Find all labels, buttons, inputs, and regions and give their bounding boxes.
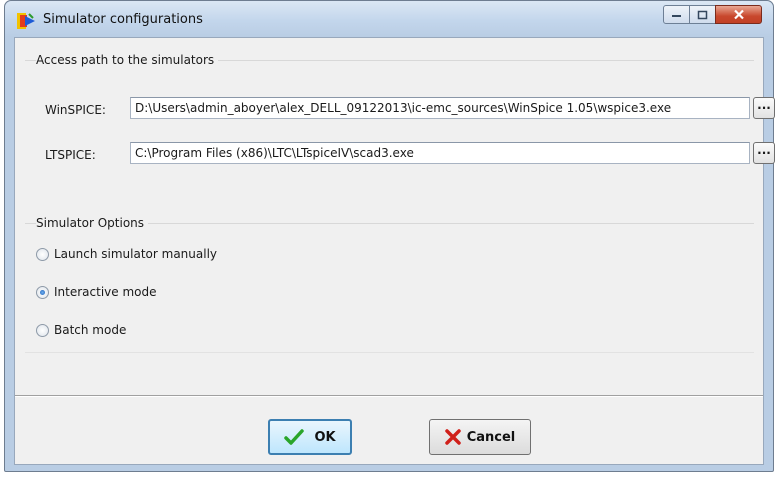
ok-button[interactable]: OK	[268, 419, 352, 455]
option-label: Launch simulator manually	[54, 247, 218, 261]
maximize-button[interactable]	[689, 5, 716, 24]
options-legend: Simulator Options	[36, 216, 149, 230]
option-batch-mode[interactable]: Batch mode	[36, 321, 126, 339]
cancel-x-icon	[444, 429, 461, 445]
ltspice-label: LTSPICE:	[45, 148, 96, 162]
close-button[interactable]	[715, 5, 762, 24]
window-title: Simulator configurations	[43, 12, 203, 27]
dialog-body: Access path to the simulators WinSPICE: …	[14, 37, 775, 465]
access-path-group	[25, 52, 754, 191]
option-launch-manually[interactable]: Launch simulator manually	[36, 245, 217, 263]
ok-label: OK	[314, 429, 336, 445]
maximize-icon	[697, 10, 708, 19]
winspice-label: WinSPICE:	[45, 103, 106, 117]
minimize-icon	[672, 14, 681, 17]
option-interactive-mode[interactable]: Interactive mode	[36, 283, 157, 301]
app-icon	[17, 13, 35, 29]
ltspice-path-field[interactable]: C:\Program Files (x86)\LTC\LTspiceIV\sca…	[130, 142, 750, 164]
winspice-browse-button[interactable]: ...	[753, 97, 775, 119]
close-icon	[733, 9, 744, 20]
cancel-label: Cancel	[466, 429, 516, 445]
ltspice-browse-button[interactable]: ...	[753, 142, 775, 164]
checkmark-icon	[284, 429, 305, 445]
radio-launch-manually[interactable]	[36, 247, 49, 261]
winspice-path-field[interactable]: D:\Users\admin_aboyer\alex_DELL_09122013…	[130, 97, 750, 119]
title-bar[interactable]: Simulator configurations	[5, 1, 773, 37]
access-path-legend: Access path to the simulators	[36, 53, 219, 67]
options-bottom-edge	[25, 352, 754, 353]
minimize-button[interactable]	[663, 5, 690, 24]
radio-interactive-mode[interactable]	[36, 285, 49, 299]
dialog-window: Simulator configurations Access path to …	[4, 0, 775, 472]
button-separator-highlight	[15, 396, 763, 397]
option-label: Batch mode	[54, 323, 127, 337]
cancel-button[interactable]: Cancel	[429, 419, 531, 455]
option-label: Interactive mode	[54, 285, 157, 299]
radio-batch-mode[interactable]	[36, 323, 49, 337]
